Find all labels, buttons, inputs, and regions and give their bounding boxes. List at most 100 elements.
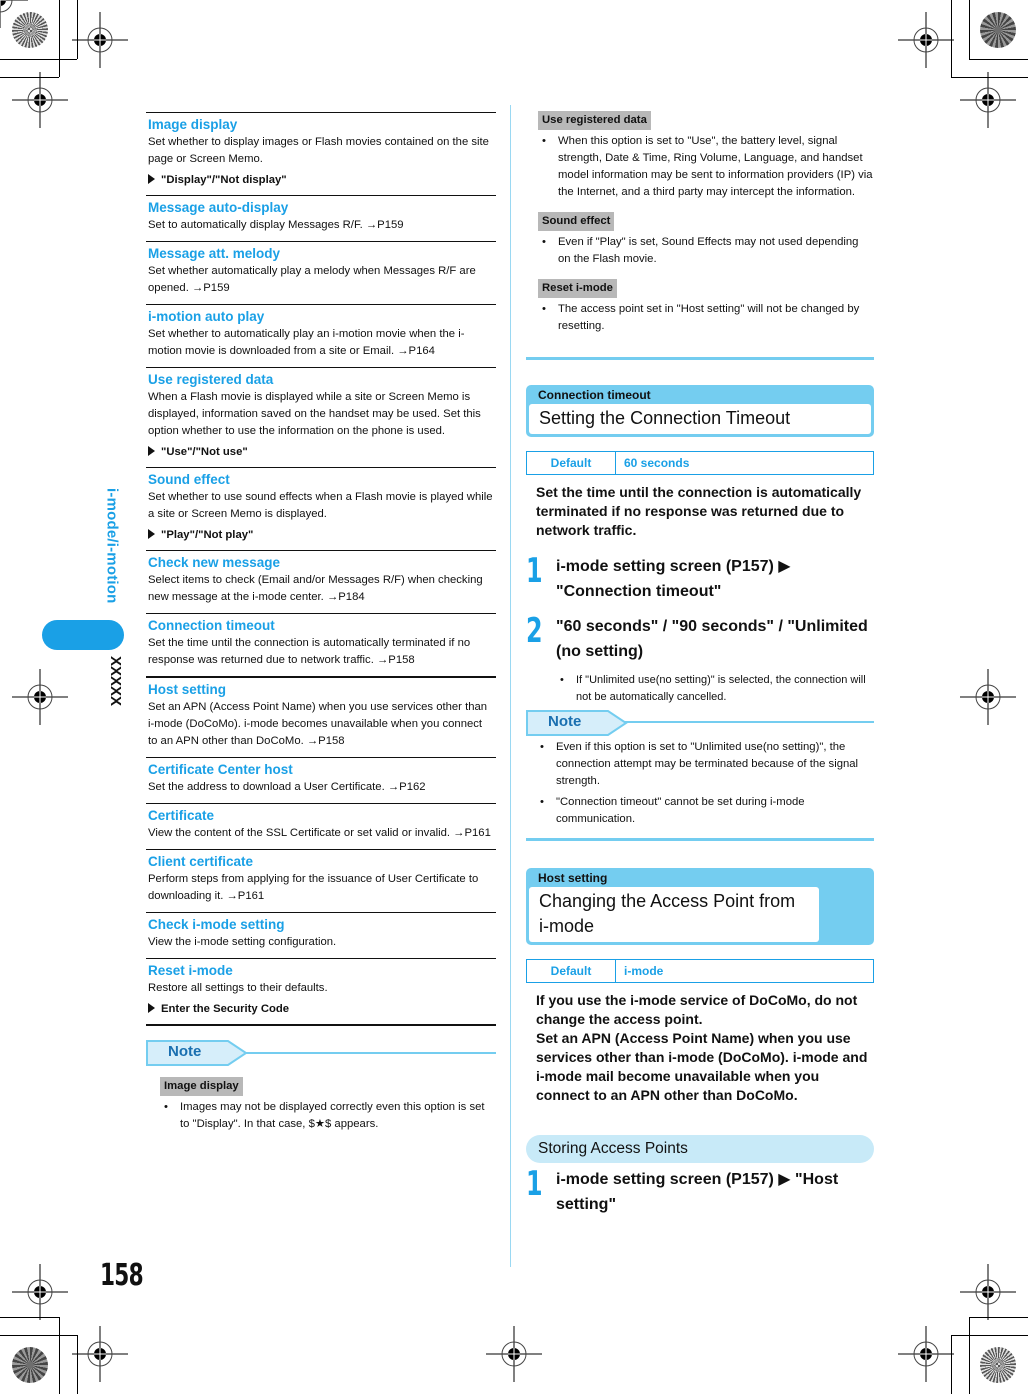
note-header: Note bbox=[146, 1040, 496, 1066]
setting-title: Check i-mode setting bbox=[148, 917, 285, 932]
crosshair-icon bbox=[71, 11, 129, 69]
setting-title: Client certificate bbox=[148, 854, 254, 869]
setting-description: Set whether to display images or Flash m… bbox=[148, 136, 489, 165]
setting-description: Set whether to use sound effects when a … bbox=[148, 491, 493, 520]
setting-description: Set the address to download a User Certi… bbox=[148, 781, 426, 793]
default-label: Default bbox=[527, 452, 616, 474]
note-heading: Reset i-mode bbox=[538, 279, 617, 298]
step: 1 i-mode setting screen (P157) ▶ "Host s… bbox=[526, 1167, 874, 1217]
note-label: Note bbox=[548, 713, 582, 730]
step-number: 1 bbox=[526, 1164, 543, 1204]
note-bullet: "Connection timeout" cannot be set durin… bbox=[536, 794, 874, 828]
note-badge: Note bbox=[526, 710, 628, 736]
setting-title: Image display bbox=[148, 117, 238, 132]
setting-title: Use registered data bbox=[148, 372, 274, 387]
settings-list: Image display Set whether to display ima… bbox=[146, 112, 496, 1133]
side-section-title: i-mode/i-motion bbox=[103, 488, 121, 604]
note-bullet: The access point set in "Host setting" w… bbox=[538, 301, 874, 335]
setting-description: Set whether automatically play a melody … bbox=[148, 265, 476, 294]
step-number: 1 bbox=[526, 551, 543, 591]
section-intro: Set an APN (Access Point Name) when you … bbox=[536, 1030, 868, 1103]
triangle-right-icon bbox=[148, 446, 155, 456]
host-setting-section: Host setting Changing the Access Point f… bbox=[526, 868, 874, 1217]
section-rule bbox=[526, 357, 874, 360]
crosshair-icon bbox=[485, 1325, 543, 1383]
setting-description: Set whether to automatically play an i-m… bbox=[148, 328, 465, 357]
setting-title: Certificate bbox=[148, 808, 215, 823]
note-label: Note bbox=[168, 1043, 202, 1060]
section-tag: Host setting bbox=[538, 871, 608, 885]
note-rule bbox=[242, 1052, 496, 1054]
step-text: i-mode setting screen (P157) ▶ "Connecti… bbox=[556, 558, 791, 600]
connection-timeout-section: Connection timeout Setting the Connectio… bbox=[526, 385, 874, 706]
setting-title: Reset i-mode bbox=[148, 963, 233, 978]
setting-description: Set to automatically display Messages R/… bbox=[148, 219, 404, 231]
page-number: 158 bbox=[100, 1258, 144, 1293]
connection-timeout-note: Note Even if this option is set to "Unli… bbox=[526, 710, 874, 828]
side-tab-indicator bbox=[42, 620, 124, 650]
section-title-box: Host setting Changing the Access Point f… bbox=[526, 868, 874, 945]
setting-entry: Connection timeout Set the time until th… bbox=[146, 613, 496, 676]
setting-entry: Use registered data When a Flash movie i… bbox=[146, 367, 496, 467]
option-text: "Use"/"Not use" bbox=[161, 446, 248, 458]
section-rule bbox=[526, 838, 874, 841]
setting-description: View the i-mode setting configuration. bbox=[148, 936, 337, 948]
section-intro: If you use the i-mode service of DoCoMo,… bbox=[536, 992, 858, 1027]
setting-title: Connection timeout bbox=[148, 618, 275, 633]
crosshair-icon bbox=[11, 71, 69, 129]
setting-entry: Check new message Select items to check … bbox=[146, 550, 496, 613]
note-heading: Sound effect bbox=[538, 212, 615, 231]
note-rule bbox=[622, 721, 874, 723]
note-badge: Note bbox=[146, 1040, 248, 1066]
setting-option: Enter the Security Code bbox=[148, 1001, 494, 1017]
setting-title: Host setting bbox=[148, 682, 227, 697]
triangle-right-icon bbox=[148, 174, 155, 184]
default-value: 60 seconds bbox=[624, 456, 690, 470]
default-value: i-mode bbox=[624, 964, 664, 978]
setting-title: Sound effect bbox=[148, 472, 230, 487]
note-bullet: Even if "Play" is set, Sound Effects may… bbox=[538, 234, 874, 268]
setting-entry: Host setting Set an APN (Access Point Na… bbox=[146, 676, 496, 757]
setting-entry: Image display Set whether to display ima… bbox=[146, 112, 496, 195]
note-header: Note bbox=[526, 710, 874, 736]
setting-title: Message att. melody bbox=[148, 246, 281, 261]
setting-entry: Sound effect Set whether to use sound ef… bbox=[146, 467, 496, 550]
setting-description: When a Flash movie is displayed while a … bbox=[148, 391, 481, 437]
setting-title: Check new message bbox=[148, 555, 281, 570]
step-text: "60 seconds" / "90 seconds" / "Unlimited… bbox=[556, 618, 868, 660]
setting-option: "Play"/"Not play" bbox=[148, 527, 494, 543]
option-text: Enter the Security Code bbox=[161, 1003, 290, 1015]
crosshair-icon bbox=[959, 1263, 1017, 1321]
note-continued: Use registered data When this option is … bbox=[526, 110, 874, 335]
section-title: Changing the Access Point from i-mode bbox=[529, 887, 819, 942]
setting-entry: Message att. melody Set whether automati… bbox=[146, 241, 496, 304]
option-text: "Display"/"Not display" bbox=[161, 174, 287, 186]
setting-title: Message auto-display bbox=[148, 200, 289, 215]
note-bullet: Even if this option is set to "Unlimited… bbox=[536, 739, 874, 790]
setting-option: "Display"/"Not display" bbox=[148, 172, 494, 188]
option-text: "Play"/"Not play" bbox=[161, 529, 254, 541]
note-bullet: When this option is set to "Use", the ba… bbox=[538, 133, 874, 201]
triangle-right-icon bbox=[148, 1003, 155, 1013]
setting-option: "Use"/"Not use" bbox=[148, 444, 494, 460]
setting-description: View the content of the SSL Certificate … bbox=[148, 827, 491, 839]
step-number: 2 bbox=[526, 611, 543, 651]
column-divider bbox=[510, 105, 511, 1267]
section-tag: Connection timeout bbox=[538, 388, 651, 402]
setting-description: Set the time until the connection is aut… bbox=[148, 637, 471, 666]
step: 1 i-mode setting screen (P157) ▶ "Connec… bbox=[526, 554, 874, 604]
step-bullet: If "Unlimited use(no setting)" is select… bbox=[556, 672, 874, 706]
step: 2 "60 seconds" / "90 seconds" / "Unlimit… bbox=[526, 614, 874, 706]
setting-entry: Message auto-display Set to automaticall… bbox=[146, 195, 496, 241]
crosshair-icon bbox=[71, 1325, 129, 1383]
setting-entry: i-motion auto play Set whether to automa… bbox=[146, 304, 496, 367]
default-label: Default bbox=[527, 960, 616, 982]
setting-title: Certificate Center host bbox=[148, 762, 293, 777]
crosshair-icon bbox=[897, 11, 955, 69]
setting-title: i-motion auto play bbox=[148, 309, 265, 324]
crosshair-icon bbox=[959, 71, 1017, 129]
subsection-heading: Storing Access Points bbox=[526, 1135, 874, 1163]
side-chapter-code: XXXXX bbox=[107, 656, 124, 707]
crosshair-icon bbox=[897, 1325, 955, 1383]
crosshair-icon bbox=[0, 0, 28, 28]
